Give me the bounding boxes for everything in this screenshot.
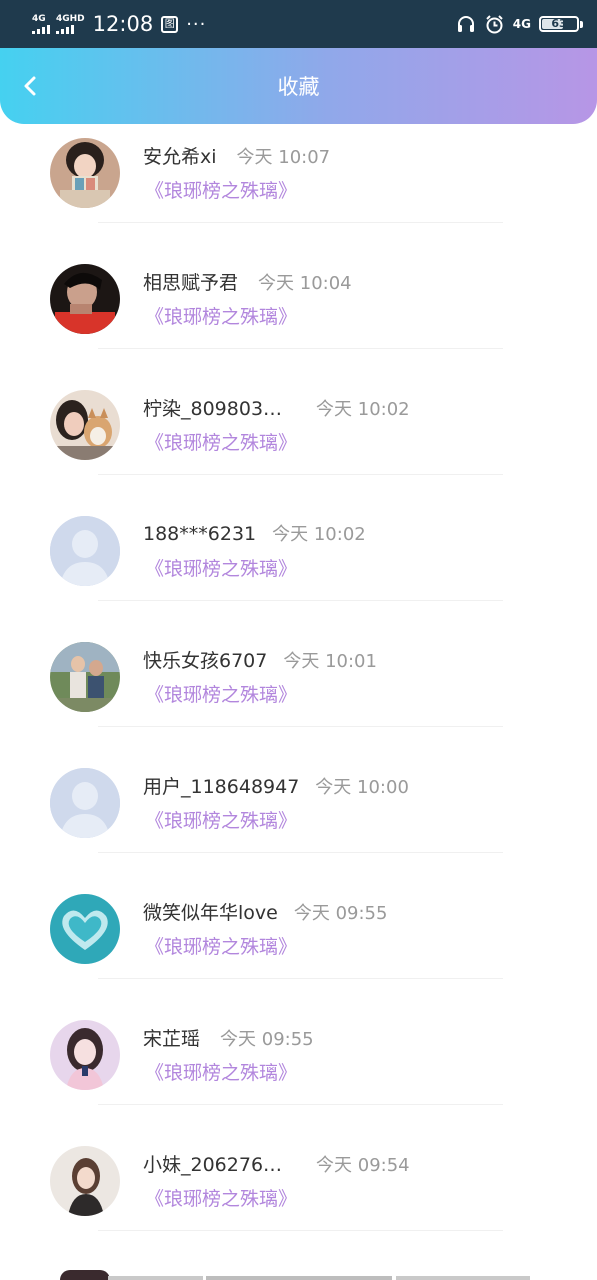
default-avatar-icon: [50, 516, 120, 586]
favorite-time: 今天 09:54: [316, 1155, 410, 1176]
status-bar: 4G 4GHD 12:08 图 ··· 4G 63: [0, 0, 597, 48]
divider: [98, 1230, 503, 1231]
network-type-3: 4G: [512, 17, 531, 31]
notification-icon: 图: [161, 15, 179, 33]
signal-bars-icon: [32, 24, 50, 34]
list-item[interactable]: 安允希xi 今天 10:07 《琅琊榜之殊璃》: [0, 124, 597, 250]
list-item[interactable]: 柠染_809803… 今天 10:02 《琅琊榜之殊璃》: [0, 376, 597, 502]
user-photo-icon: [50, 390, 120, 460]
user-photo-icon: [50, 1020, 120, 1090]
divider: [98, 348, 503, 349]
divider: [98, 726, 503, 727]
user-photo-icon: [50, 138, 120, 208]
list-item[interactable]: 用户_118648947 今天 10:00 《琅琊榜之殊璃》: [0, 754, 597, 880]
status-time: 12:08: [92, 12, 154, 36]
divider: [98, 1104, 503, 1105]
book-title[interactable]: 《琅琊榜之殊璃》: [145, 932, 297, 959]
page-title: 收藏: [277, 75, 320, 99]
user-photo-icon: [50, 264, 120, 334]
book-title[interactable]: 《琅琊榜之殊璃》: [145, 554, 297, 581]
chevron-left-icon: [24, 76, 36, 96]
default-avatar-icon: [50, 768, 120, 838]
book-title[interactable]: 《琅琊榜之殊璃》: [145, 302, 297, 329]
book-title[interactable]: 《琅琊榜之殊璃》: [145, 1058, 297, 1085]
list-item[interactable]: 宋芷瑶 今天 09:55 《琅琊榜之殊璃》: [0, 1006, 597, 1132]
favorite-time: 今天 10:04: [258, 273, 352, 294]
book-title[interactable]: 《琅琊榜之殊璃》: [145, 806, 297, 833]
avatar[interactable]: [50, 516, 120, 586]
divider: [98, 600, 503, 601]
book-title[interactable]: 《琅琊榜之殊璃》: [145, 176, 297, 203]
divider: [98, 474, 503, 475]
signal-1: 4G: [32, 14, 50, 34]
user-photo-icon: [50, 1146, 120, 1216]
header-bar: 收藏: [0, 48, 597, 124]
avatar[interactable]: [50, 1146, 120, 1216]
divider: [98, 222, 503, 223]
divider: [98, 978, 503, 979]
avatar[interactable]: [50, 894, 120, 964]
favorite-time: 今天 09:55: [220, 1029, 314, 1050]
user-name: 宋芷瑶: [143, 1028, 201, 1050]
avatar[interactable]: [50, 642, 120, 712]
user-photo-icon: [50, 894, 120, 964]
list-item[interactable]: 小妹_206276… 今天 09:54 《琅琊榜之殊璃》: [0, 1132, 597, 1258]
user-name: 微笑似年华love: [143, 902, 278, 924]
divider: [98, 852, 503, 853]
alarm-icon: [486, 14, 503, 33]
user-name: 快乐女孩6707: [143, 650, 268, 672]
avatar[interactable]: [50, 1020, 120, 1090]
favorite-time: 今天 10:02: [272, 524, 366, 545]
user-name: 188***6231: [143, 523, 257, 545]
more-notifications-icon: ···: [186, 13, 207, 35]
user-name: 柠染_809803…: [143, 398, 283, 420]
network-type-2: 4GHD: [56, 14, 85, 24]
favorite-time: 今天 10:01: [283, 651, 377, 672]
book-title[interactable]: 《琅琊榜之殊璃》: [145, 680, 297, 707]
user-photo-icon: [50, 642, 120, 712]
list-item[interactable]: 微笑似年华love 今天 09:55 《琅琊榜之殊璃》: [0, 880, 597, 1006]
battery-level: 63: [551, 17, 567, 30]
network-type-1: 4G: [32, 14, 46, 24]
book-title[interactable]: 《琅琊榜之殊璃》: [145, 1184, 297, 1211]
favorite-time: 今天 10:07: [236, 147, 331, 168]
avatar[interactable]: [50, 264, 120, 334]
user-name: 用户_118648947: [143, 776, 300, 798]
favorite-time: 今天 09:55: [293, 903, 388, 924]
list-item[interactable]: 相思赋予君 今天 10:04 《琅琊榜之殊璃》: [0, 250, 597, 376]
user-name: 小妹_206276…: [143, 1154, 283, 1176]
user-name: 相思赋予君: [143, 272, 239, 294]
user-name: 安允希xi: [143, 146, 217, 168]
favorite-time: 今天 10:00: [315, 777, 409, 798]
signal-bars-icon: [56, 24, 74, 34]
headphones-icon: [457, 16, 474, 32]
battery-icon: 63: [539, 16, 583, 32]
signal-2: 4GHD: [56, 14, 85, 34]
back-button[interactable]: [14, 70, 46, 102]
avatar[interactable]: [50, 390, 120, 460]
avatar[interactable]: [50, 138, 120, 208]
list-item[interactable]: 快乐女孩6707 今天 10:01 《琅琊榜之殊璃》: [0, 628, 597, 754]
avatar[interactable]: [50, 768, 120, 838]
next-item-peek: [0, 1270, 597, 1280]
favorite-time: 今天 10:02: [316, 399, 410, 420]
book-title[interactable]: 《琅琊榜之殊璃》: [145, 428, 297, 455]
list-item[interactable]: 188***6231 今天 10:02 《琅琊榜之殊璃》: [0, 502, 597, 628]
